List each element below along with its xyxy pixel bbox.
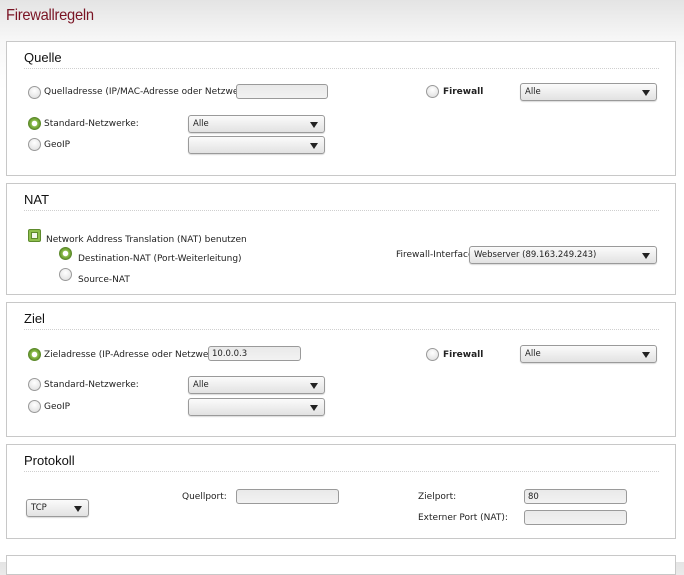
- source-firewall-label: Firewall: [443, 87, 484, 97]
- use-nat-label: Network Address Translation (NAT) benutz…: [46, 235, 247, 245]
- section-title-protokoll: Protokoll: [24, 453, 75, 468]
- destination-firewall-label: Firewall: [443, 350, 484, 360]
- section-protokoll: Protokoll TCP Quellport: Zielport: 80 Ex…: [6, 444, 676, 539]
- source-geoip-label: GeoIP: [44, 140, 71, 150]
- destination-standard-networks-select[interactable]: Alle: [188, 376, 325, 394]
- use-nat-checkbox[interactable]: [28, 229, 41, 242]
- protocol-select[interactable]: TCP: [26, 499, 89, 517]
- section-quelle: Quelle Quelladresse (IP/MAC-Adresse oder…: [6, 41, 676, 176]
- protocol-select-value: TCP: [31, 503, 47, 513]
- page-title: Firewallregeln: [6, 7, 94, 24]
- external-port-label: Externer Port (NAT):: [418, 513, 508, 523]
- destination-firewall-select[interactable]: Alle: [520, 345, 657, 363]
- source-address-radio[interactable]: [28, 86, 41, 99]
- section-nat: NAT Network Address Translation (NAT) be…: [6, 183, 676, 295]
- chevron-down-icon: [642, 90, 650, 96]
- source-standard-networks-select-value: Alle: [193, 119, 209, 129]
- source-standard-networks-label: Standard-Netzwerke:: [44, 119, 139, 129]
- destination-standard-networks-select-value: Alle: [193, 380, 209, 390]
- source-standard-networks-radio[interactable]: [28, 117, 41, 130]
- firewall-interface-select[interactable]: Webserver (89.163.249.243): [469, 246, 657, 264]
- source-port-input[interactable]: [236, 489, 339, 504]
- chevron-down-icon: [74, 506, 82, 512]
- section-divider: [24, 68, 659, 69]
- external-port-input[interactable]: [524, 510, 627, 525]
- destination-firewall-radio[interactable]: [426, 348, 439, 361]
- destination-address-input[interactable]: 10.0.0.3: [208, 346, 301, 361]
- source-geoip-select[interactable]: [188, 136, 325, 154]
- section-title-nat: NAT: [24, 192, 50, 207]
- firewall-interface-select-value: Webserver (89.163.249.243): [474, 250, 597, 260]
- source-address-label: Quelladresse (IP/MAC-Adresse oder Netzwe…: [44, 87, 254, 97]
- source-address-input[interactable]: [236, 84, 328, 99]
- destination-geoip-radio[interactable]: [28, 400, 41, 413]
- source-port-label: Quellport:: [182, 492, 227, 502]
- destination-port-label: Zielport:: [418, 492, 457, 502]
- section-divider: [24, 210, 659, 211]
- source-nat-label: Source-NAT: [78, 275, 130, 285]
- destination-port-input[interactable]: 80: [524, 489, 627, 504]
- section-next-partial: [6, 555, 676, 575]
- destination-standard-networks-label: Standard-Netzwerke:: [44, 380, 139, 390]
- destination-address-label: Zieladresse (IP-Adresse oder Netzwerk):: [44, 350, 224, 360]
- chevron-down-icon: [642, 352, 650, 358]
- chevron-down-icon: [642, 253, 650, 259]
- section-ziel: Ziel Zieladresse (IP-Adresse oder Netzwe…: [6, 302, 676, 437]
- chevron-down-icon: [310, 405, 318, 411]
- checkmark-icon: [31, 232, 38, 239]
- section-divider: [24, 471, 659, 472]
- source-firewall-radio[interactable]: [426, 85, 439, 98]
- destination-firewall-select-value: Alle: [525, 349, 541, 359]
- section-title-ziel: Ziel: [24, 311, 45, 326]
- destination-address-radio[interactable]: [28, 348, 41, 361]
- source-standard-networks-select[interactable]: Alle: [188, 115, 325, 133]
- destination-geoip-select[interactable]: [188, 398, 325, 416]
- destination-nat-radio[interactable]: [59, 247, 72, 260]
- firewall-interface-label: Firewall-Interface:: [396, 250, 477, 260]
- source-nat-radio[interactable]: [59, 268, 72, 281]
- destination-nat-label: Destination-NAT (Port-Weiterleitung): [78, 254, 242, 264]
- destination-geoip-label: GeoIP: [44, 402, 71, 412]
- section-divider: [24, 329, 659, 330]
- destination-standard-networks-radio[interactable]: [28, 378, 41, 391]
- chevron-down-icon: [310, 383, 318, 389]
- chevron-down-icon: [310, 143, 318, 149]
- source-geoip-radio[interactable]: [28, 138, 41, 151]
- chevron-down-icon: [310, 122, 318, 128]
- source-firewall-select-value: Alle: [525, 87, 541, 97]
- section-title-quelle: Quelle: [24, 50, 62, 65]
- source-firewall-select[interactable]: Alle: [520, 83, 657, 101]
